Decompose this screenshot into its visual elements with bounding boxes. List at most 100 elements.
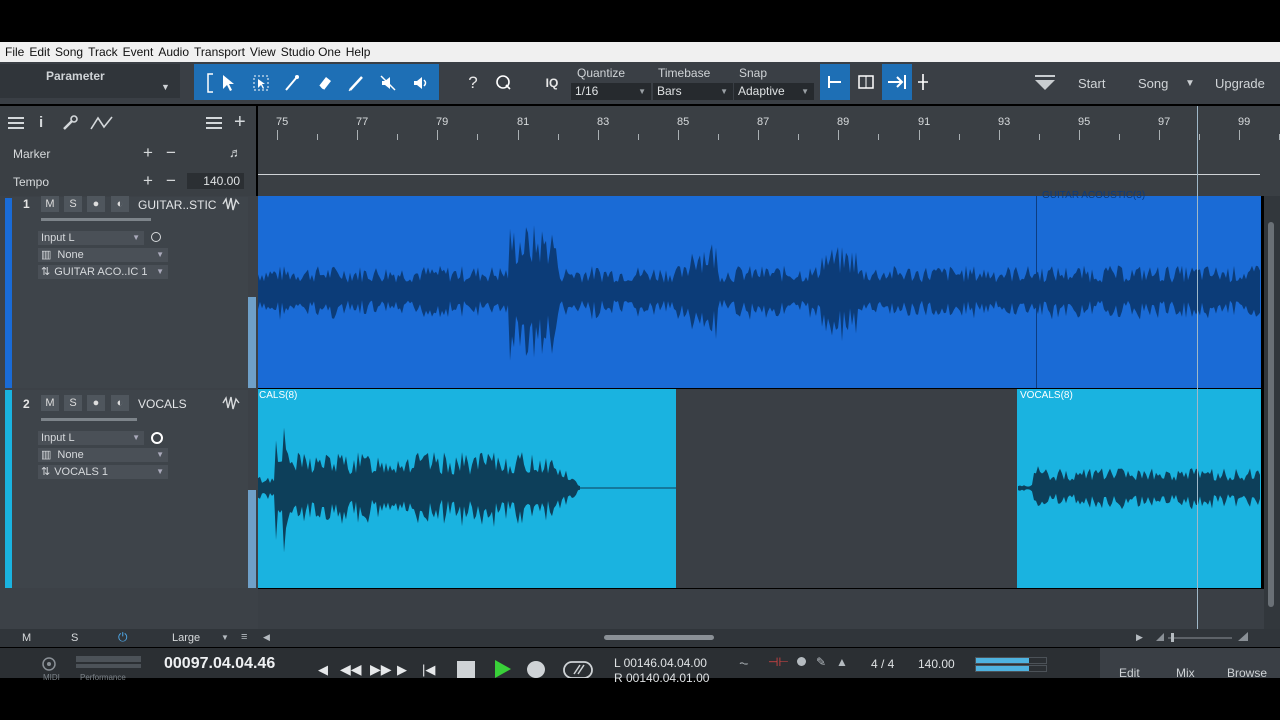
rewind-icon[interactable]: ◀◀ <box>340 661 362 678</box>
metronome-icon[interactable]: ▲ <box>836 655 848 669</box>
list-icon[interactable]: ≡ <box>241 631 247 643</box>
mute-tool-icon[interactable] <box>374 69 402 97</box>
tempo-value-field[interactable]: 140.00 <box>187 173 244 189</box>
loop-icon[interactable] <box>562 660 594 681</box>
playhead-cursor[interactable] <box>1197 106 1198 629</box>
scroll-right-icon[interactable]: ▶ <box>1136 632 1143 643</box>
track-height-handle[interactable] <box>248 297 256 388</box>
monitor-input-icon[interactable] <box>151 232 161 242</box>
forward-icon[interactable]: ▶ <box>397 662 407 678</box>
mix-view-button[interactable]: Mix <box>1176 666 1195 680</box>
browse-view-button[interactable]: Browse <box>1227 666 1267 680</box>
snap-event-button[interactable] <box>852 64 880 100</box>
song-button[interactable]: Song <box>1138 76 1168 91</box>
monitor-button[interactable]: ◐ <box>111 196 129 212</box>
track-header-1[interactable] <box>12 197 248 388</box>
menu-studio-one[interactable]: Studio One <box>281 45 341 59</box>
loop-end-display[interactable]: R 00140.04.01.00 <box>614 671 709 685</box>
return-to-zero-icon[interactable]: |◀ <box>422 662 435 678</box>
time-display[interactable]: 00097.04.04.46 <box>164 655 275 673</box>
menu-view[interactable]: View <box>250 45 276 59</box>
global-solo-button[interactable]: S <box>71 632 78 644</box>
parameter-dropdown-icon[interactable]: ▼ <box>161 82 170 92</box>
eraser-tool-icon[interactable] <box>310 69 338 97</box>
quantize-select[interactable]: 1/16 ▼ <box>571 83 651 100</box>
menu-help[interactable]: Help <box>346 45 371 59</box>
waveform-icon[interactable] <box>222 396 240 413</box>
channel-select[interactable]: ⇅ VOCALS 1 ▼ <box>38 465 168 479</box>
mute-button[interactable]: M <box>41 395 59 411</box>
menu-song[interactable]: Song <box>55 45 83 59</box>
monitor-button[interactable]: ◐ <box>111 395 129 411</box>
loop-start-display[interactable]: L 00146.04.04.00 <box>614 656 707 670</box>
automation-follow-icon[interactable]: ⏦ <box>739 656 749 671</box>
quantize-search-icon[interactable] <box>490 69 518 97</box>
menu-track[interactable]: Track <box>88 45 118 59</box>
empty-lane-area[interactable] <box>258 589 1280 629</box>
snap-select[interactable]: Adaptive ▼ <box>734 83 814 100</box>
edit-view-button[interactable]: Edit <box>1119 666 1140 680</box>
add-track-icon[interactable]: + <box>234 111 246 134</box>
menu-transport[interactable]: Transport <box>194 45 245 59</box>
track-volume-slider[interactable] <box>41 418 137 421</box>
remove-tempo-icon[interactable]: − <box>166 171 176 191</box>
menu-lines-icon[interactable] <box>7 115 25 134</box>
input-select[interactable]: Input L ▼ <box>38 231 144 245</box>
output-select[interactable]: ▥ None ▼ <box>38 448 168 462</box>
track-volume-slider[interactable] <box>41 218 151 221</box>
time-signature-display[interactable]: 4 / 4 <box>871 657 894 671</box>
play-icon[interactable] <box>493 657 513 682</box>
marker-note-icon[interactable]: ♬ <box>229 145 242 160</box>
inspector-icon[interactable]: i <box>39 114 43 131</box>
track-size-select[interactable]: Large <box>172 632 200 644</box>
mute-button[interactable]: M <box>41 196 59 212</box>
chevron-down-icon[interactable]: ▼ <box>221 633 229 642</box>
range-tool-icon[interactable] <box>247 69 275 97</box>
monitor-input-icon[interactable] <box>151 432 163 444</box>
track-name[interactable]: GUITAR..STIC <box>138 198 216 212</box>
vertical-scrollbar[interactable] <box>1264 196 1280 629</box>
input-select[interactable]: Input L ▼ <box>38 431 144 445</box>
start-button[interactable]: Start <box>1078 76 1105 91</box>
precount-icon[interactable] <box>797 657 806 666</box>
arrow-tool-icon[interactable] <box>214 69 242 97</box>
tempo-display[interactable]: 140.00 <box>918 657 955 671</box>
output-select[interactable]: ▥ None ▼ <box>38 248 168 262</box>
upgrade-button[interactable]: Upgrade <box>1215 76 1265 91</box>
song-dropdown-icon[interactable]: ▼ <box>1185 78 1195 89</box>
stop-icon[interactable] <box>457 661 475 678</box>
menu-audio[interactable]: Audio <box>158 45 189 59</box>
track-name[interactable]: VOCALS <box>138 397 187 411</box>
iq-button[interactable]: IQ <box>538 69 566 97</box>
split-tool-icon[interactable] <box>278 69 306 97</box>
wrench-icon[interactable]: ✎ <box>816 655 826 669</box>
record-arm-button[interactable]: ● <box>87 196 105 212</box>
dock-arrow-icon[interactable] <box>1032 72 1058 94</box>
snap-grid-button[interactable] <box>820 64 850 100</box>
remove-marker-icon[interactable]: − <box>166 143 176 163</box>
zoom-slider[interactable] <box>1154 631 1254 646</box>
automation-icon[interactable] <box>90 115 114 134</box>
waveform-icon[interactable] <box>222 197 240 214</box>
listen-tool-icon[interactable] <box>406 69 434 97</box>
scroll-left-icon[interactable]: ◀ <box>263 632 270 643</box>
autoscroll-button[interactable] <box>882 64 912 100</box>
record-icon[interactable] <box>527 661 545 678</box>
metronome-settings-icon[interactable] <box>38 655 60 673</box>
rewind-to-start-icon[interactable]: ◀ <box>318 662 328 678</box>
locate-button[interactable] <box>914 64 932 100</box>
help-icon[interactable]: ? <box>459 69 487 97</box>
marker-track[interactable] <box>258 140 1280 168</box>
track-height-handle[interactable] <box>248 490 256 588</box>
record-arm-button[interactable]: ● <box>87 395 105 411</box>
timebase-select[interactable]: Bars ▼ <box>653 83 733 100</box>
menu-file[interactable]: File <box>5 45 24 59</box>
solo-button[interactable]: S <box>64 395 82 411</box>
paint-tool-icon[interactable] <box>342 69 370 97</box>
add-marker-icon[interactable]: + <box>143 143 153 163</box>
wrench-icon[interactable] <box>62 115 80 134</box>
menu-edit[interactable]: Edit <box>29 45 50 59</box>
channel-select[interactable]: ⇅ GUITAR ACO..IC 1 ▼ <box>38 265 168 279</box>
power-icon[interactable]: ⏻ <box>118 630 128 645</box>
global-mute-button[interactable]: M <box>22 632 31 644</box>
